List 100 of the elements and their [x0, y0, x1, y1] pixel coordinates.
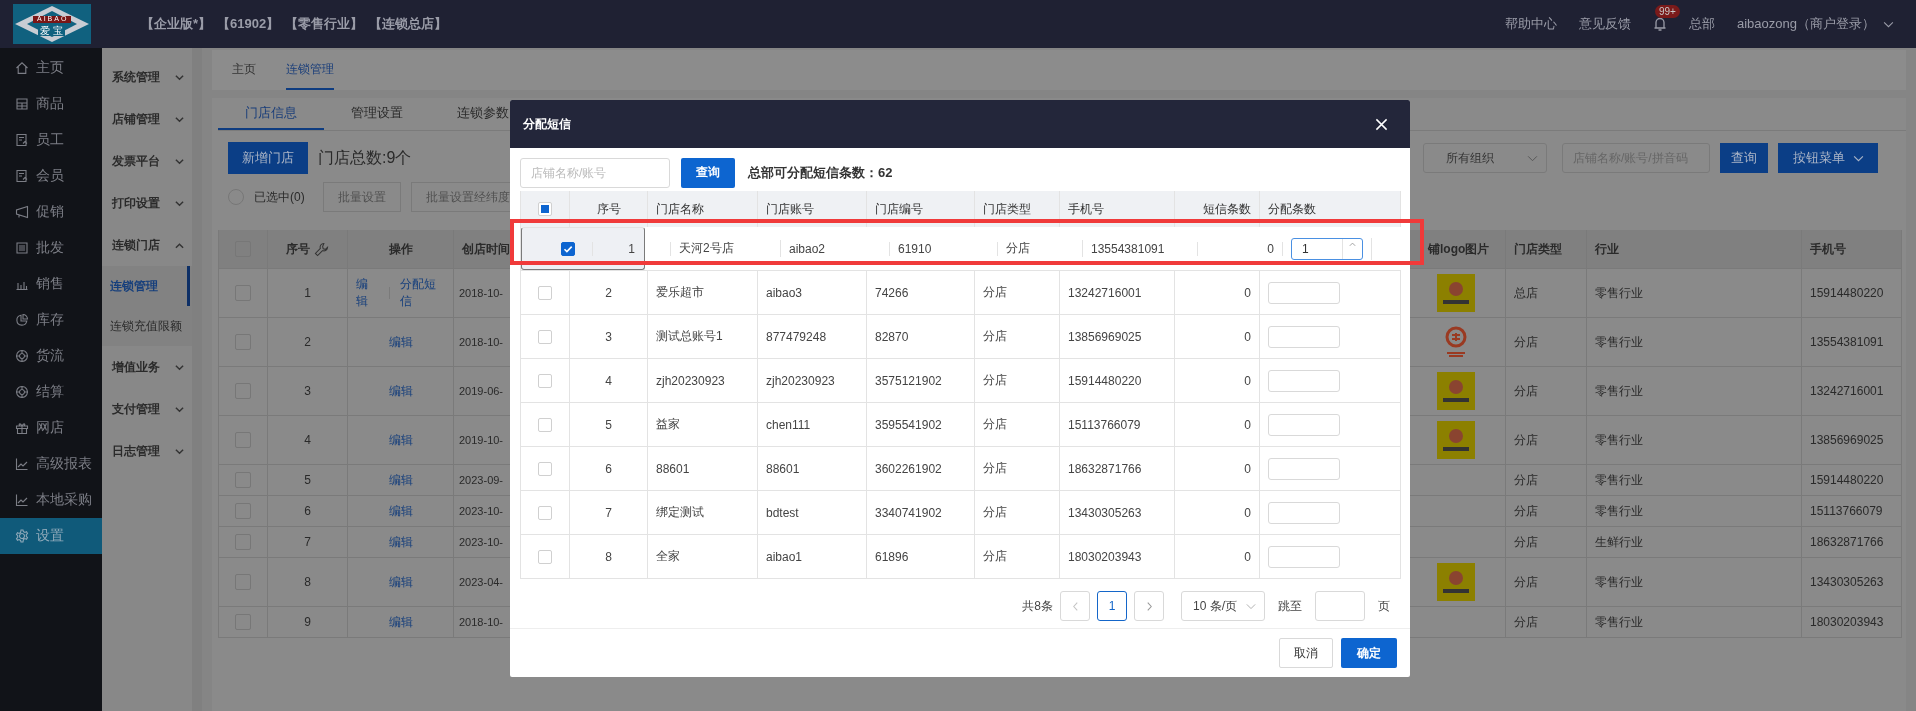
- logo-image: [1436, 372, 1475, 410]
- page-tab[interactable]: 连锁管理: [286, 50, 334, 90]
- select-all-checkbox[interactable]: [538, 202, 552, 216]
- cancel-button[interactable]: 取消: [1279, 638, 1333, 668]
- menu-item[interactable]: 连锁充值限额: [102, 306, 190, 346]
- number-input[interactable]: 1: [1291, 237, 1363, 260]
- table-cell: 零售行业: [1587, 496, 1802, 526]
- close-icon[interactable]: [1375, 117, 1388, 131]
- table-cell: 4: [570, 359, 648, 402]
- previous-page-button[interactable]: [1060, 591, 1090, 621]
- pie-chart-icon: [15, 313, 29, 327]
- query-button[interactable]: 查询: [1720, 143, 1768, 173]
- number-input[interactable]: [1268, 281, 1340, 304]
- column-header: 操作: [348, 230, 454, 268]
- id-card-icon: [15, 169, 29, 183]
- table-cell: 8: [570, 535, 648, 578]
- content-tab[interactable]: 门店信息: [218, 98, 324, 130]
- bell-icon[interactable]: [1653, 16, 1667, 32]
- number-input[interactable]: [1268, 545, 1340, 568]
- table-cell: 1: [593, 241, 671, 256]
- dialog-title: 分配短信: [523, 115, 571, 133]
- table-cell: 0: [1198, 241, 1283, 256]
- sidebar-item[interactable]: 会员: [0, 158, 102, 194]
- chevron-icon: [175, 115, 184, 123]
- menu-group[interactable]: 发票平台: [102, 140, 192, 182]
- table-cell: 分店: [1506, 496, 1587, 526]
- number-input[interactable]: [1268, 413, 1340, 436]
- number-input[interactable]: [1268, 501, 1340, 524]
- header-link[interactable]: 帮助中心: [1505, 15, 1557, 33]
- menu-group[interactable]: 日志管理: [102, 430, 192, 472]
- sidebar-item[interactable]: 商品: [0, 86, 102, 122]
- menu-group[interactable]: 打印设置: [102, 182, 192, 224]
- table-cell: 零售行业: [1587, 269, 1802, 317]
- sidebar-item[interactable]: 促销: [0, 194, 102, 230]
- page-tab[interactable]: 主页: [232, 50, 256, 90]
- store-count: 门店总数:9个: [318, 147, 412, 168]
- page-button[interactable]: 1: [1097, 591, 1127, 621]
- table-cell: 18632871766: [1802, 527, 1902, 557]
- table-cell: 分店: [1506, 607, 1587, 637]
- user-menu[interactable]: aibaozong（商户登录）: [1737, 15, 1875, 33]
- add-store-button[interactable]: 新增门店: [228, 142, 308, 174]
- table-cell: 74266: [867, 271, 975, 314]
- header-link[interactable]: 意见反馈: [1579, 15, 1631, 33]
- menu-group[interactable]: 增值业务: [102, 346, 192, 388]
- table-cell: 分店: [1506, 558, 1587, 606]
- caret-icon: [1527, 154, 1538, 162]
- sidebar-item[interactable]: 高级报表: [0, 446, 102, 482]
- table-link[interactable]: 编辑: [388, 382, 413, 400]
- content-tab[interactable]: 管理设置: [324, 98, 430, 130]
- table-cell: 分店: [975, 447, 1060, 490]
- table-link[interactable]: 编辑: [388, 533, 413, 551]
- chevron-icon: [175, 241, 184, 249]
- sidebar-item[interactable]: 销售: [0, 266, 102, 302]
- table-cell: 生鲜行业: [1587, 527, 1802, 557]
- number-input[interactable]: [1268, 369, 1340, 392]
- sidebar-item[interactable]: 网店: [0, 410, 102, 446]
- number-input[interactable]: [1268, 457, 1340, 480]
- number-input[interactable]: [1268, 325, 1340, 348]
- table-cell: 5: [570, 403, 648, 446]
- query-button[interactable]: 查询: [681, 157, 735, 188]
- menu-group[interactable]: 连锁门店: [102, 224, 192, 266]
- page-input[interactable]: [1315, 591, 1365, 621]
- target-icon: [15, 385, 29, 399]
- page-size-select[interactable]: 10 条/页: [1181, 591, 1265, 621]
- confirm-button[interactable]: 确定: [1341, 638, 1397, 668]
- sidebar-item[interactable]: 库存: [0, 302, 102, 338]
- table-cell: 分店: [975, 535, 1060, 578]
- checkbox[interactable]: [561, 241, 575, 256]
- table-link[interactable]: 编辑: [388, 613, 413, 631]
- table-link[interactable]: 分配短信: [399, 276, 445, 310]
- sidebar-item[interactable]: 本地采购: [0, 482, 102, 518]
- line-chart-icon: [15, 493, 29, 507]
- menu-item[interactable]: 连锁管理: [102, 266, 190, 306]
- org-link[interactable]: 总部: [1689, 15, 1715, 33]
- sidebar-item[interactable]: 员工: [0, 122, 102, 158]
- sidebar-item[interactable]: 主页: [0, 50, 102, 86]
- logo-drawing[interactable]: [13, 4, 91, 44]
- chevron-icon: [175, 405, 184, 413]
- table-link[interactable]: 编辑: [388, 573, 413, 591]
- wrench-icon[interactable]: [314, 241, 329, 257]
- menu-group[interactable]: 店铺管理: [102, 98, 192, 140]
- table-link[interactable]: 编辑: [388, 431, 413, 449]
- table-link[interactable]: 编辑: [388, 333, 413, 351]
- org-select[interactable]: 所有组织: [1423, 143, 1547, 173]
- table-link[interactable]: 编辑: [388, 502, 413, 520]
- menu-group[interactable]: 系统管理: [102, 56, 192, 98]
- target-icon: [15, 349, 29, 363]
- next-page-button[interactable]: [1134, 591, 1164, 621]
- menu-group[interactable]: 支付管理: [102, 388, 192, 430]
- sidebar-item[interactable]: 设置: [0, 518, 102, 554]
- menu-button[interactable]: 按钮菜单: [1778, 143, 1878, 173]
- table-cell: 6: [268, 496, 348, 526]
- sidebar-item[interactable]: 货流: [0, 338, 102, 374]
- table-cell: 0: [1175, 491, 1260, 534]
- sidebar-item[interactable]: 批发: [0, 230, 102, 266]
- table-cell: 零售行业: [1587, 558, 1802, 606]
- caret-icon: [1883, 20, 1894, 28]
- table-link[interactable]: 编辑: [388, 471, 413, 489]
- sidebar-item[interactable]: 结算: [0, 374, 102, 410]
- table-link[interactable]: 编辑: [356, 276, 379, 310]
